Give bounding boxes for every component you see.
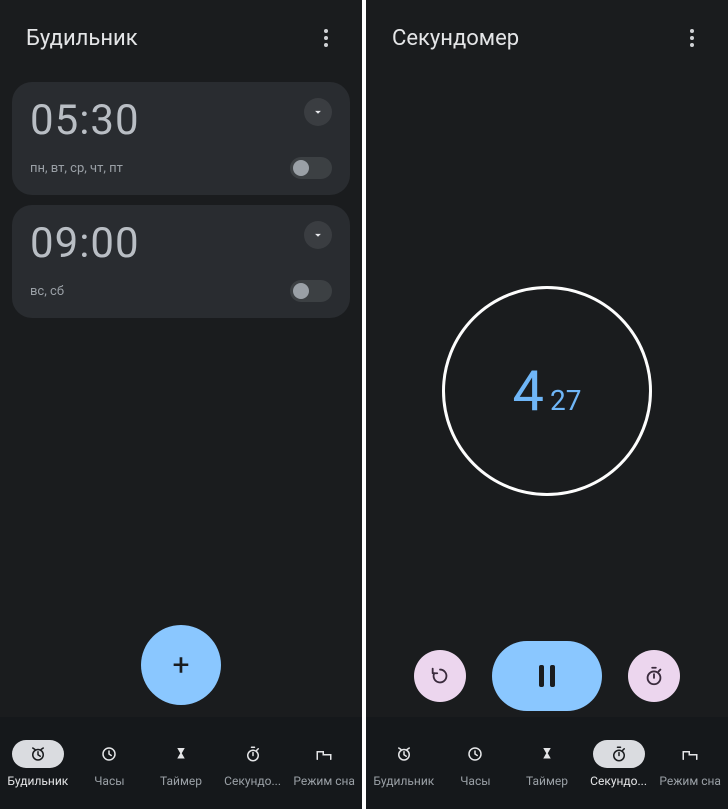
nav-label: Секундо... [590, 774, 647, 788]
alarm-card[interactable]: 09:00 вс, сб [12, 205, 350, 318]
appbar: Будильник [0, 0, 362, 64]
clock-icon [466, 745, 484, 763]
chevron-down-icon [311, 105, 325, 119]
chevron-down-icon [311, 228, 325, 242]
page-title: Секундомер [392, 26, 519, 51]
nav-clock[interactable]: Часы [74, 740, 146, 788]
nav-alarm[interactable]: Будильник [2, 740, 74, 788]
pause-icon [550, 665, 555, 687]
nav-clock[interactable]: Часы [440, 740, 512, 788]
stopwatch-display: 4 27 [366, 64, 728, 717]
hourglass-icon [538, 745, 556, 763]
nav-label: Будильник [7, 774, 68, 788]
expand-button[interactable] [304, 98, 332, 126]
stopwatch-icon [643, 665, 665, 687]
alarm-time: 09:00 [30, 219, 140, 268]
more-menu-button[interactable] [676, 22, 708, 54]
pause-icon [539, 665, 544, 687]
alarm-days: пн, вт, ср, чт, пт [30, 161, 123, 176]
nav-label: Часы [460, 774, 490, 788]
nav-label: Таймер [526, 774, 568, 788]
nav-timer[interactable]: Таймер [511, 740, 583, 788]
appbar: Секундомер [366, 0, 728, 64]
page-title: Будильник [26, 26, 138, 51]
alarm-card[interactable]: 05:30 пн, вт, ср, чт, пт [12, 82, 350, 195]
stopwatch-icon [610, 745, 628, 763]
nav-label: Часы [94, 774, 124, 788]
nav-stopwatch[interactable]: Секундо... [217, 740, 289, 788]
nav-timer[interactable]: Таймер [145, 740, 217, 788]
more-vert-icon [690, 29, 694, 47]
phone-alarm: Будильник 05:30 пн, вт, ср, чт, пт [0, 0, 362, 809]
reset-button[interactable] [414, 650, 466, 702]
alarm-toggle[interactable] [290, 280, 332, 302]
more-menu-button[interactable] [310, 22, 342, 54]
bottom-nav: Будильник Часы Таймер Секундо... Режим с… [0, 717, 362, 809]
bed-icon [315, 745, 333, 763]
nav-label: Режим сна [659, 774, 721, 788]
alarm-list: 05:30 пн, вт, ср, чт, пт 09:00 [0, 64, 362, 717]
stopwatch-centiseconds: 27 [550, 384, 581, 417]
nav-label: Будильник [373, 774, 434, 788]
alarm-icon [395, 745, 413, 763]
reset-icon [429, 665, 451, 687]
bed-icon [681, 745, 699, 763]
clock-icon [100, 745, 118, 763]
alarm-time: 05:30 [30, 96, 140, 145]
hourglass-icon [172, 745, 190, 763]
stopwatch-controls [366, 641, 728, 711]
alarm-days: вс, сб [30, 284, 64, 299]
nav-label: Таймер [160, 774, 202, 788]
add-alarm-button[interactable]: + [141, 625, 221, 705]
nav-bedtime[interactable]: Режим сна [654, 740, 726, 788]
lap-button[interactable] [628, 650, 680, 702]
phone-stopwatch: Секундомер 4 27 [366, 0, 728, 809]
nav-label: Режим сна [293, 774, 355, 788]
expand-button[interactable] [304, 221, 332, 249]
nav-bedtime[interactable]: Режим сна [288, 740, 360, 788]
plus-icon: + [172, 648, 189, 683]
pause-button[interactable] [492, 641, 602, 711]
alarm-toggle[interactable] [290, 157, 332, 179]
bottom-nav: Будильник Часы Таймер Секундо... Режим с… [366, 717, 728, 809]
stopwatch-icon [244, 745, 262, 763]
stopwatch-circle: 4 27 [442, 286, 652, 496]
alarm-icon [29, 745, 47, 763]
nav-alarm[interactable]: Будильник [368, 740, 440, 788]
nav-stopwatch[interactable]: Секундо... [583, 740, 655, 788]
nav-label: Секундо... [224, 774, 281, 788]
stopwatch-seconds: 4 [513, 358, 544, 424]
more-vert-icon [324, 29, 328, 47]
